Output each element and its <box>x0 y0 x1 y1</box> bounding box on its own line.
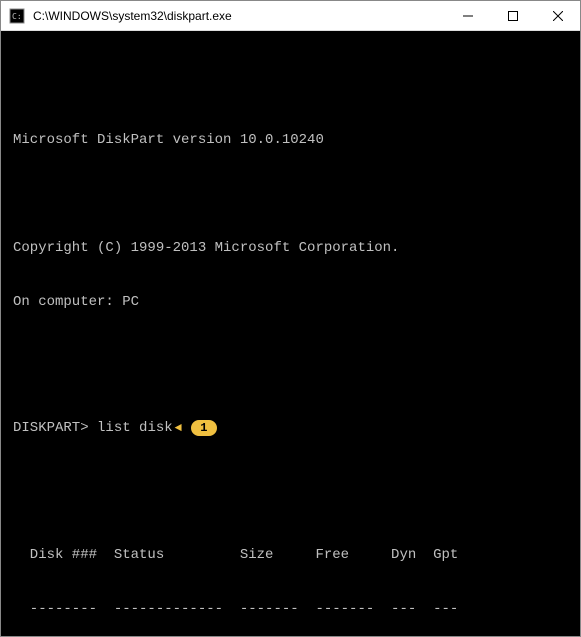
app-icon: C: <box>9 8 25 24</box>
window-title: C:\WINDOWS\system32\diskpart.exe <box>33 9 445 23</box>
window-controls <box>445 1 580 30</box>
computer-line: On computer: PC <box>13 293 568 311</box>
svg-text:C:: C: <box>12 12 22 21</box>
copyright-line: Copyright (C) 1999-2013 Microsoft Corpor… <box>13 239 568 257</box>
prompt: DISKPART> <box>13 420 89 436</box>
terminal-output[interactable]: Microsoft DiskPart version 10.0.10240 Co… <box>1 31 580 636</box>
cmd-window: C: C:\WINDOWS\system32\diskpart.exe Micr… <box>0 0 581 637</box>
titlebar[interactable]: C: C:\WINDOWS\system32\diskpart.exe <box>1 1 580 31</box>
close-button[interactable] <box>535 1 580 30</box>
command-text: list disk <box>97 420 173 436</box>
cmd-line-1: DISKPART> list disk◄ 1 <box>13 419 568 437</box>
table-header: Disk ### Status Size Free Dyn Gpt <box>13 546 568 564</box>
minimize-button[interactable] <box>445 1 490 30</box>
maximize-button[interactable] <box>490 1 535 30</box>
version-line: Microsoft DiskPart version 10.0.10240 <box>13 131 568 149</box>
table-divider: -------- ------------- ------- ------- -… <box>13 600 568 618</box>
arrow-icon: ◄ <box>175 421 182 437</box>
annotation-badge-1: 1 <box>190 419 218 437</box>
